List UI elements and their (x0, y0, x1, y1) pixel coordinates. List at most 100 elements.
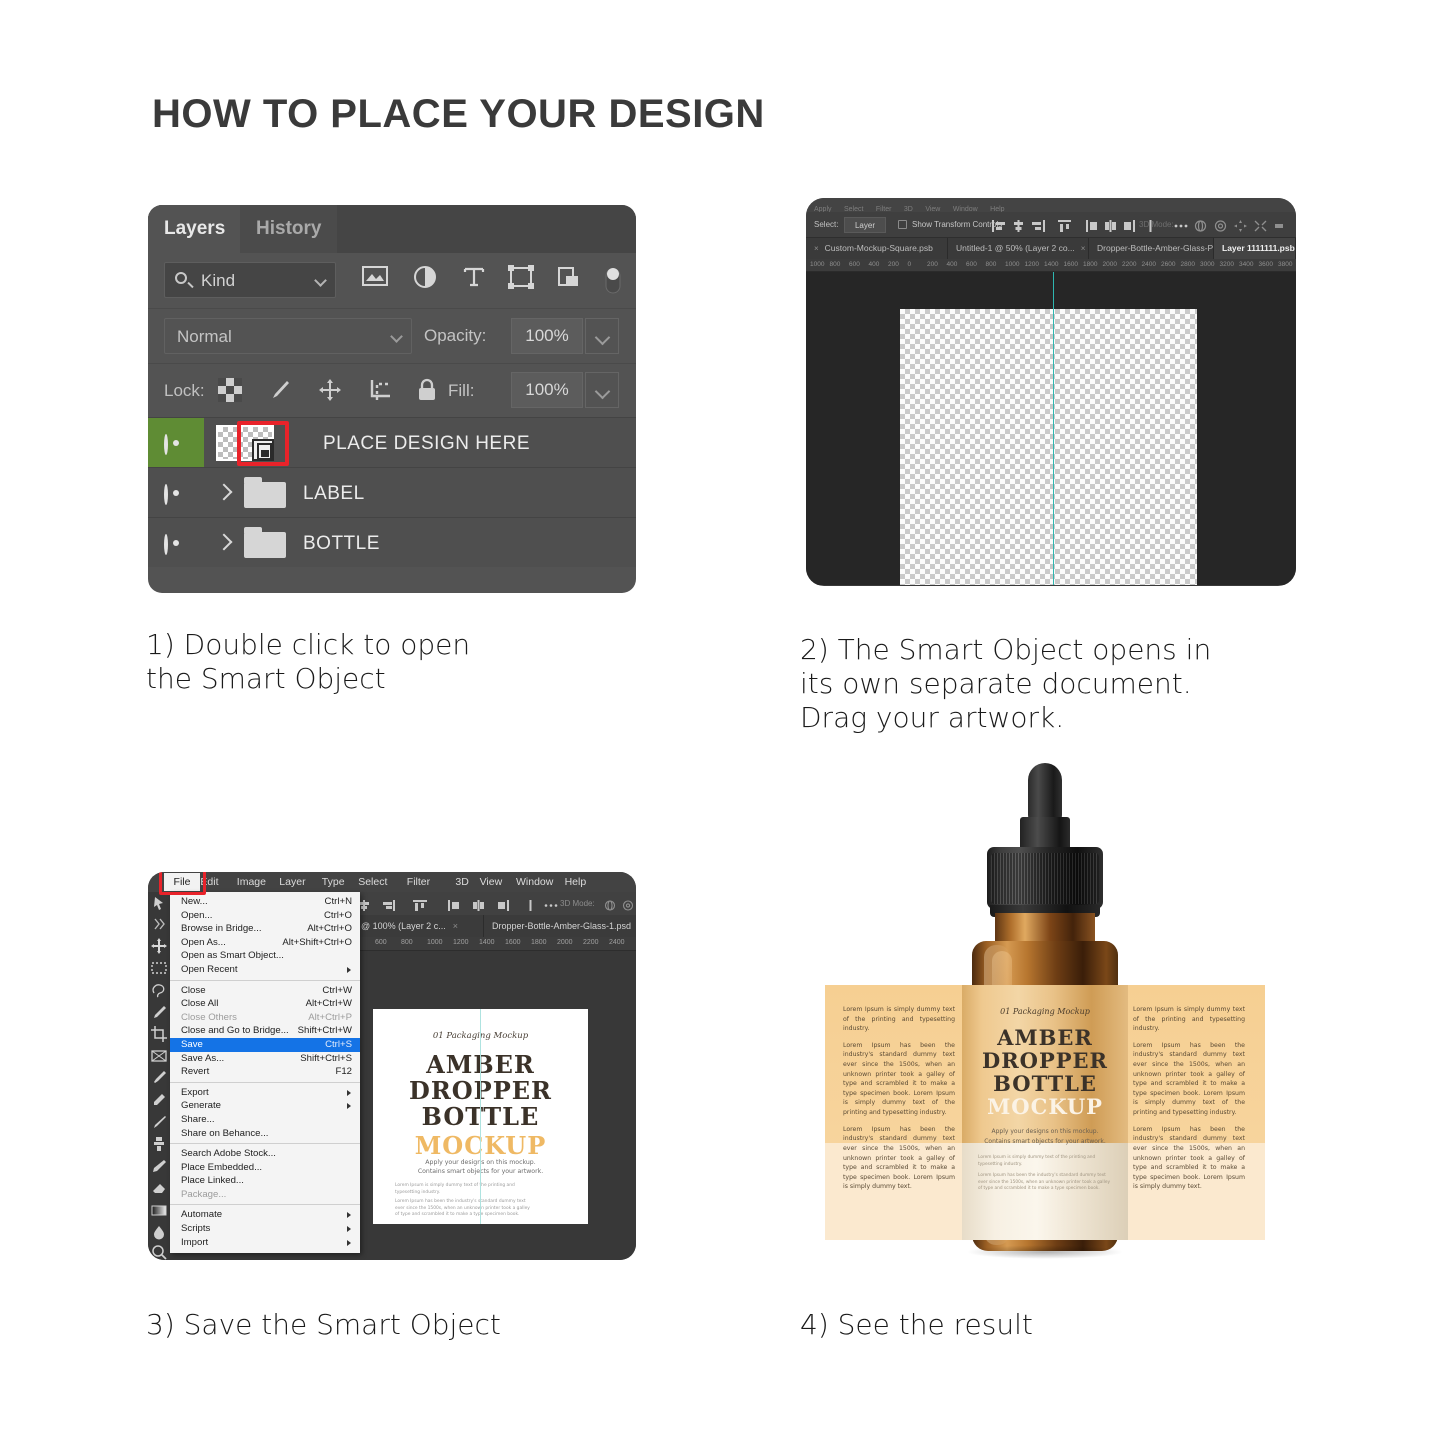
menu-item-close-all[interactable]: Close All Alt+Ctrl+W (170, 997, 360, 1011)
layer-visibility-toggle[interactable] (148, 518, 204, 567)
menu-item-open[interactable]: Open... Ctrl+O (170, 909, 360, 923)
blur-tool-icon[interactable] (151, 1224, 167, 1240)
3d-scale-icon[interactable] (1274, 219, 1287, 237)
zoom-tool-icon[interactable] (151, 1244, 167, 1260)
more-options-icon[interactable] (544, 898, 558, 916)
menu-item-open-as-smart-object[interactable]: Open as Smart Object... (170, 949, 360, 963)
menu-item-import[interactable]: Import (170, 1236, 360, 1250)
align-left-edges-icon[interactable] (992, 219, 1005, 237)
menu-item-share-on-behance[interactable]: Share on Behance... (170, 1127, 360, 1141)
artwork-document[interactable]: 01 Packaging Mockup AMBER DROPPER BOTTLE… (373, 1009, 588, 1224)
fill-chevron-icon[interactable] (585, 372, 619, 408)
menu-item-select[interactable]: Select (358, 876, 387, 888)
eraser-tool-icon[interactable] (151, 1180, 167, 1196)
lock-transparent-pixels-icon[interactable] (218, 378, 242, 407)
canvas-area[interactable] (806, 272, 1296, 585)
table-row[interactable]: PLACE DESIGN HERE (148, 417, 636, 467)
lock-artboard-nesting-icon[interactable] (368, 378, 394, 407)
align-top-edges-icon[interactable] (1058, 219, 1071, 237)
lock-all-icon[interactable] (416, 378, 438, 407)
rectangular-marquee-tool-icon[interactable] (151, 960, 167, 976)
menu-item-filter[interactable]: Filter (407, 876, 430, 888)
distribute-vertical-icon[interactable] (526, 898, 535, 916)
opacity-chevron-icon[interactable] (585, 318, 619, 354)
3d-roll-icon[interactable] (1214, 219, 1227, 237)
menu-item-close[interactable]: Close Ctrl+W (170, 984, 360, 998)
chevron-right-icon[interactable] (215, 483, 233, 501)
table-row[interactable]: BOTTLE (148, 517, 636, 567)
distribute-center-icon[interactable] (1105, 219, 1116, 237)
crop-tool-icon[interactable] (151, 1026, 167, 1042)
menu-item-revert[interactable]: Revert F12 (170, 1065, 360, 1079)
3d-orbit-icon[interactable] (604, 898, 616, 916)
eyedropper-tool-icon[interactable] (151, 1070, 167, 1086)
menu-item-automate[interactable]: Automate (170, 1208, 360, 1222)
blend-mode-dropdown[interactable]: Normal (164, 318, 412, 354)
document-tab[interactable]: × Custom-Mockup-Square.psb (806, 238, 948, 259)
chevron-double-right-icon[interactable] (151, 916, 167, 932)
distribute-left-icon[interactable] (448, 898, 459, 916)
distribute-right-icon[interactable] (1124, 219, 1135, 237)
kind-filter-dropdown[interactable]: Kind (164, 262, 336, 298)
select-dropdown[interactable]: Layer (844, 217, 886, 233)
image-filter-icon[interactable] (362, 265, 388, 287)
3d-pan-icon[interactable] (1234, 219, 1247, 237)
quick-selection-tool-icon[interactable] (151, 1004, 167, 1020)
shape-filter-icon[interactable] (508, 265, 534, 289)
opacity-value[interactable]: 100% (511, 318, 583, 354)
document-tab-active[interactable]: Layer 1111111.psb @ 25% (Background Colo… (1214, 238, 1296, 259)
menu-item-search-adobe-stock[interactable]: Search Adobe Stock... (170, 1147, 360, 1161)
menu-item-export[interactable]: Export (170, 1086, 360, 1100)
file-dropdown-menu[interactable]: New... Ctrl+N Open... Ctrl+O Browse in Bridg… (170, 892, 360, 1254)
menu-item-save-as[interactable]: Save As... Shift+Ctrl+S (170, 1052, 360, 1066)
menu-item-generate[interactable]: Generate (170, 1099, 360, 1113)
menu-item-place-embedded[interactable]: Place Embedded... (170, 1161, 360, 1175)
menu-item-scripts[interactable]: Scripts (170, 1222, 360, 1236)
history-brush-tool-icon[interactable] (151, 1158, 167, 1174)
3d-roll-icon[interactable] (622, 898, 634, 916)
menu-item-save[interactable]: Save Ctrl+S (170, 1037, 360, 1052)
distribute-right-icon[interactable] (498, 898, 509, 916)
document-tab[interactable]: Dropper-Bottle-Amber-Glass-1.psd (484, 915, 636, 937)
document-tab[interactable]: Dropper-Bottle-Amber-Glass-Plastic-Lid-1… (1089, 238, 1214, 259)
lock-image-pixels-icon[interactable] (268, 378, 292, 407)
close-icon[interactable]: × (1081, 244, 1086, 253)
clone-stamp-tool-icon[interactable] (151, 1136, 167, 1152)
table-row[interactable]: LABEL (148, 467, 636, 517)
menu-item-open-recent[interactable]: Open Recent (170, 963, 360, 977)
menu-item-3d[interactable]: 3D (455, 876, 468, 888)
slice-tool-icon[interactable] (151, 1048, 167, 1064)
healing-brush-tool-icon[interactable] (151, 1092, 167, 1108)
document-tab[interactable]: Untitled-1 @ 50% (Layer 2 co... × (948, 238, 1089, 259)
menu-item-close-and-go-to-bridge[interactable]: Close and Go to Bridge... Shift+Ctrl+W (170, 1024, 360, 1038)
3d-orbit-icon[interactable] (1194, 219, 1207, 237)
align-top-edges-icon[interactable] (413, 898, 427, 916)
close-icon[interactable]: × (453, 921, 458, 931)
lock-position-icon[interactable] (318, 378, 342, 407)
menu-item-open-as[interactable]: Open As... Alt+Shift+Ctrl+O (170, 936, 360, 950)
menu-item-layer[interactable]: Layer (279, 876, 305, 888)
lasso-tool-icon[interactable] (151, 982, 167, 998)
menu-item-image[interactable]: Image (237, 876, 266, 888)
3d-slide-icon[interactable] (1254, 219, 1267, 237)
menu-item-view[interactable]: View (480, 876, 503, 888)
move-tool-icon[interactable] (151, 938, 167, 954)
move-tool-icon[interactable] (151, 896, 167, 912)
gradient-tool-icon[interactable] (151, 1202, 167, 1218)
brush-tool-icon[interactable] (151, 1114, 167, 1130)
menu-item-help[interactable]: Help (565, 876, 587, 888)
more-options-icon[interactable] (1174, 219, 1188, 237)
show-transform-controls-checkbox[interactable] (898, 220, 907, 229)
adjustment-filter-icon[interactable] (413, 265, 437, 289)
close-icon[interactable]: × (814, 244, 819, 253)
menu-item-share[interactable]: Share... (170, 1113, 360, 1127)
menu-item-place-linked[interactable]: Place Linked... (170, 1174, 360, 1188)
menu-item-window[interactable]: Window (516, 876, 553, 888)
layer-visibility-toggle[interactable] (148, 418, 204, 467)
chevron-right-icon[interactable] (215, 533, 233, 551)
align-right-edges-icon[interactable] (383, 898, 395, 916)
align-right-edges-icon[interactable] (1032, 219, 1045, 237)
distribute-left-icon[interactable] (1086, 219, 1097, 237)
tab-history[interactable]: History (240, 205, 338, 253)
align-horizontal-centers-icon[interactable] (1012, 219, 1025, 237)
